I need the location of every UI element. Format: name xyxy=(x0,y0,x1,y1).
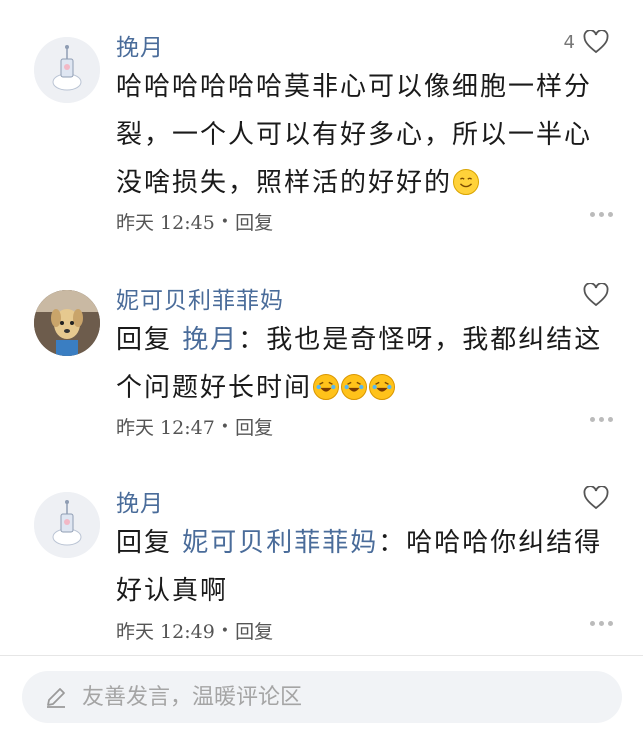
like-button[interactable]: 4 xyxy=(564,30,609,54)
avatar[interactable] xyxy=(34,37,100,103)
mention-link[interactable]: 妮可贝利菲菲妈 xyxy=(182,528,378,558)
heart-icon xyxy=(583,283,609,307)
heart-icon xyxy=(583,486,609,510)
reply-prefix: 回复 xyxy=(116,325,173,355)
timestamp: 昨天 12:47 xyxy=(116,417,215,439)
more-options-icon[interactable] xyxy=(590,212,613,217)
username[interactable]: 挽月 xyxy=(116,484,164,518)
timestamp: 昨天 12:49 xyxy=(116,621,215,643)
like-button[interactable] xyxy=(583,283,609,307)
username[interactable]: 挽月 xyxy=(116,28,164,62)
comment-text: 哈哈哈哈哈哈莫非心可以像细胞一样分裂，一个人可以有好多心，所以一半心没啥损失，照… xyxy=(116,63,616,207)
reply-button[interactable]: 回复 xyxy=(235,413,273,440)
laugh-cry-emoji-icon xyxy=(313,374,340,400)
reply-prefix: 回复 xyxy=(116,528,173,558)
comment-meta: 昨天 12:49 • 回复 xyxy=(116,617,273,644)
username[interactable]: 妮可贝利菲菲妈 xyxy=(116,281,284,315)
more-options-icon[interactable] xyxy=(590,417,613,422)
pencil-icon xyxy=(47,688,65,708)
reply-button[interactable]: 回复 xyxy=(235,617,273,644)
timestamp: 昨天 12:45 xyxy=(116,212,215,234)
laugh-cry-emoji-icon xyxy=(369,374,396,400)
like-count: 4 xyxy=(563,31,575,53)
moon-avatar-icon xyxy=(34,37,100,103)
more-options-icon[interactable] xyxy=(590,621,613,626)
comment-input-bar[interactable] xyxy=(22,671,622,723)
reply-button[interactable]: 回复 xyxy=(235,208,273,235)
laugh-cry-emoji-icon xyxy=(341,374,368,400)
comment-input[interactable] xyxy=(82,684,562,710)
avatar[interactable] xyxy=(34,492,100,558)
divider xyxy=(0,655,643,656)
like-button[interactable] xyxy=(583,486,609,510)
dog-avatar-icon xyxy=(34,290,100,356)
comment-meta: 昨天 12:45 • 回复 xyxy=(116,208,273,235)
mention-link[interactable]: 挽月 xyxy=(182,325,238,355)
comment-text: 回复 挽月：我也是奇怪呀，我都纠结这个问题好长时间 xyxy=(116,316,616,412)
comment-body: 哈哈哈哈哈哈莫非心可以像细胞一样分裂，一个人可以有好多心，所以一半心没啥损失，照… xyxy=(116,72,593,198)
avatar[interactable] xyxy=(34,290,100,356)
comment-meta: 昨天 12:47 • 回复 xyxy=(116,413,273,440)
moon-avatar-icon xyxy=(34,492,100,558)
smile-emoji-icon xyxy=(453,169,480,195)
comment-text: 回复 妮可贝利菲菲妈：哈哈哈你纠结得好认真啊 xyxy=(116,519,616,615)
heart-icon xyxy=(583,30,609,54)
